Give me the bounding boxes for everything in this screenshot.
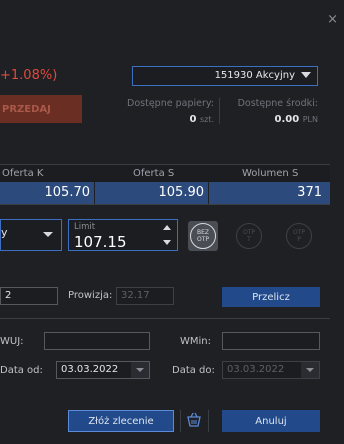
wuj-label: WUJ: xyxy=(0,336,24,347)
header-oferta-s: Oferta S xyxy=(133,168,175,179)
calendar-dropdown-icon xyxy=(301,362,319,378)
papers-value: 0 szt. xyxy=(124,112,214,125)
bez-otp-label-2: OTP xyxy=(196,236,209,243)
funds-label: Dostępne środki: xyxy=(237,98,318,109)
submit-order-label: Złóż zlecenie xyxy=(88,415,154,427)
divider xyxy=(208,410,209,432)
bez-otp-icon: BEZ OTP xyxy=(190,223,216,249)
wmin-field[interactable] xyxy=(222,332,320,350)
limit-input[interactable]: Limit 107.15 xyxy=(68,219,178,251)
cancel-label: Anuluj xyxy=(255,415,287,427)
limit-label: Limit xyxy=(74,222,96,232)
commission-label: Prowizja: xyxy=(68,290,113,301)
cancel-button[interactable]: Anuluj xyxy=(222,410,320,432)
wuj-field[interactable] xyxy=(44,332,150,350)
quotes-row[interactable]: 105.70 105.90 371 xyxy=(0,182,330,205)
account-select[interactable]: 151930 Akcyjny xyxy=(132,66,318,86)
papers-unit: szt. xyxy=(199,115,214,124)
date-from-label: Data od: xyxy=(0,365,43,376)
order-type-value: y xyxy=(1,226,8,239)
date-to-label: Data do: xyxy=(172,365,215,376)
header-oferta-k: Oferta K xyxy=(2,168,44,179)
date-from-field[interactable]: 03.03.2022 xyxy=(56,361,150,379)
otp-p-label-1: OTP xyxy=(292,229,305,236)
otp-t-toggle[interactable]: OTP T xyxy=(236,223,262,249)
calendar-dropdown-icon[interactable] xyxy=(131,362,149,378)
limit-value: 107.15 xyxy=(74,233,127,251)
chevron-down-icon xyxy=(301,72,311,78)
otp-p-toggle[interactable]: OTP P xyxy=(286,223,312,249)
header-wolumen-s: Wolumen S xyxy=(242,168,299,179)
value-wolumen-s: 371 xyxy=(297,185,322,200)
otp-t-label-2: T xyxy=(247,236,251,243)
recalculate-button[interactable]: Przelicz xyxy=(222,287,320,307)
increment-icon[interactable] xyxy=(163,225,171,230)
basket-icon[interactable] xyxy=(186,412,202,430)
date-from-value: 03.03.2022 xyxy=(61,364,119,375)
value-oferta-s: 105.90 xyxy=(158,185,205,200)
date-to-field: 03.03.2022 xyxy=(222,361,320,379)
divider xyxy=(180,410,181,432)
wmin-label: WMin: xyxy=(180,336,212,347)
submit-order-button[interactable]: Złóż zlecenie xyxy=(68,410,174,432)
sell-button-label: PRZEDAJ xyxy=(2,103,51,115)
funds-number: 0.00 xyxy=(274,114,300,125)
papers-number: 0 xyxy=(189,114,197,125)
funds-unit: PLN xyxy=(302,115,318,124)
date-to-value: 03.03.2022 xyxy=(227,364,285,375)
recalculate-label: Przelicz xyxy=(252,291,290,303)
bez-otp-label-1: BEZ xyxy=(196,229,210,236)
cell-oferta-s: 105.90 xyxy=(98,182,209,204)
sell-button[interactable]: PRZEDAJ xyxy=(0,95,82,123)
funds-value: 0.00 PLN xyxy=(222,112,318,125)
order-type-select[interactable]: y xyxy=(0,219,62,251)
account-select-value: 151930 Akcyjny xyxy=(214,70,295,81)
commission-field: 32.17 xyxy=(116,287,174,305)
cell-oferta-k: 105.70 xyxy=(0,182,95,204)
close-icon[interactable]: × xyxy=(327,12,338,27)
cell-wolumen-s: 371 xyxy=(212,182,330,204)
divider xyxy=(0,318,330,319)
quotes-header: Oferta K Oferta S Wolumen S xyxy=(0,164,330,183)
otp-t-label-1: OTP xyxy=(242,229,255,236)
value-field[interactable]: 2 xyxy=(0,287,58,305)
decrement-icon[interactable] xyxy=(163,240,171,245)
otp-p-label-2: P xyxy=(297,236,301,243)
price-change: +1.08%) xyxy=(0,68,58,83)
chevron-down-icon xyxy=(43,232,53,237)
divider xyxy=(219,98,220,124)
value-oferta-k: 105.70 xyxy=(44,185,91,200)
papers-label: Dostępne papiery: xyxy=(127,98,214,109)
bez-otp-toggle[interactable]: BEZ OTP xyxy=(188,221,218,251)
